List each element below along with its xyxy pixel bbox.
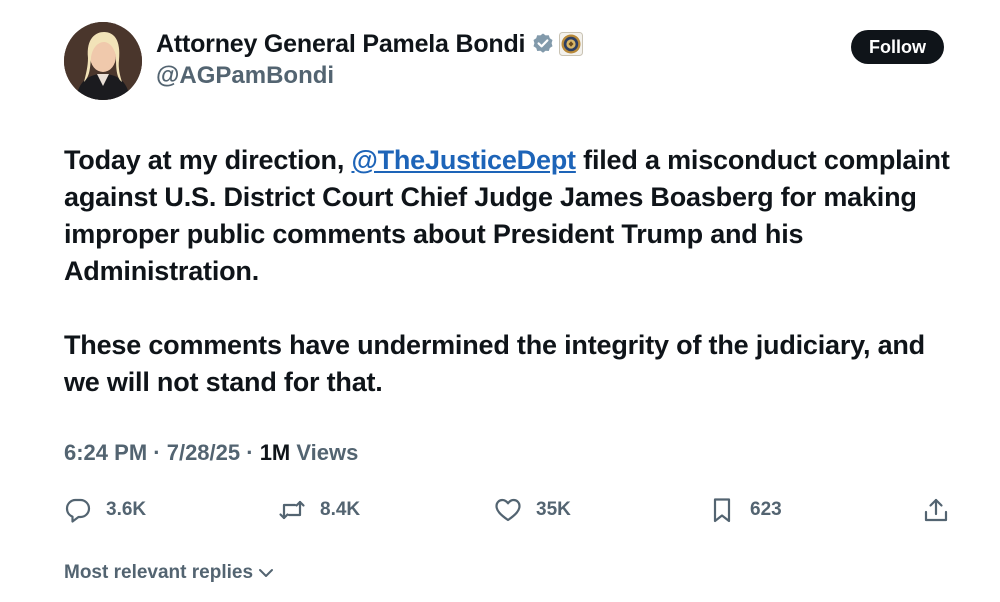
tweet-header: Attorney General Pamela Bondi @AGPamBond… xyxy=(64,22,944,102)
display-name[interactable]: Attorney General Pamela Bondi xyxy=(156,30,526,59)
heart-icon xyxy=(495,498,521,522)
display-name-row: Attorney General Pamela Bondi xyxy=(156,28,584,60)
verified-badge-icon[interactable] xyxy=(531,32,555,56)
tweet-metadata: 6:24 PM · 7/28/25 · 1M Views xyxy=(64,440,358,466)
timestamp-date[interactable]: 7/28/25 xyxy=(167,440,240,465)
reply-count: 3.6K xyxy=(106,499,147,520)
tweet-actions: 3.6K 8.4K 35K 623 xyxy=(64,492,952,528)
tweet-paragraph-2: These comments have undermined the integ… xyxy=(64,330,925,397)
reply-icon xyxy=(65,498,91,523)
share-button[interactable] xyxy=(922,492,950,528)
repost-button[interactable]: 8.4K xyxy=(278,492,360,528)
tweet-text-part: Today at my direction, xyxy=(64,145,352,175)
avatar[interactable] xyxy=(64,22,142,100)
views-label: Views xyxy=(290,440,359,465)
views-count: 1M xyxy=(259,440,291,465)
tweet-text: Today at my direction, @TheJusticeDept f… xyxy=(64,142,954,401)
bookmark-icon xyxy=(713,498,731,523)
like-button[interactable]: 35K xyxy=(494,492,571,528)
mention-link[interactable]: @TheJusticeDept xyxy=(351,145,576,175)
tweet-paragraph-1: Today at my direction, @TheJusticeDept f… xyxy=(64,142,954,290)
bookmark-button[interactable]: 623 xyxy=(708,492,782,528)
repost-count: 8.4K xyxy=(320,499,361,520)
handle[interactable]: @AGPamBondi xyxy=(156,62,583,90)
replies-sort-label: Most relevant replies xyxy=(64,562,254,583)
author-names: Attorney General Pamela Bondi @AGPamBond… xyxy=(156,28,584,90)
follow-button[interactable]: Follow xyxy=(851,30,944,64)
avatar-image xyxy=(64,22,142,100)
repost-icon xyxy=(279,500,305,520)
timestamp-time[interactable]: 6:24 PM xyxy=(64,440,147,465)
meta-separator: · xyxy=(147,440,167,465)
replies-sort-dropdown[interactable]: Most relevant replies xyxy=(64,562,275,584)
like-count: 35K xyxy=(536,499,571,520)
share-icon xyxy=(924,498,948,522)
bookmark-count: 623 xyxy=(750,499,782,520)
reply-button[interactable]: 3.6K xyxy=(64,492,146,528)
meta-separator: · xyxy=(240,440,260,465)
chevron-down-icon xyxy=(259,569,274,577)
government-seal-icon[interactable] xyxy=(559,32,584,56)
